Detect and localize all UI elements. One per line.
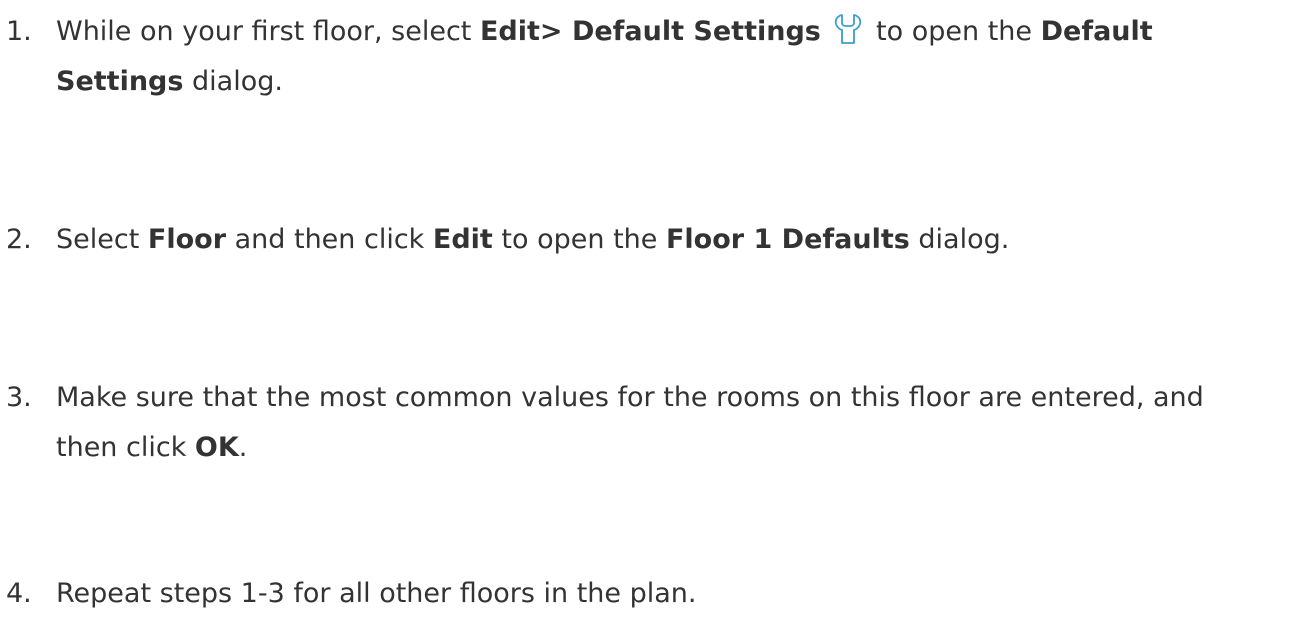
step-text: While on your first floor, select Edit> …: [56, 7, 1266, 107]
step-text-run: and then click: [226, 224, 433, 255]
dialog-name-floor-1-defaults: Floor 1 Defaults: [665, 224, 910, 255]
step-item-3: 3. Make sure that the most common values…: [6, 373, 1266, 473]
step-text-run: Select: [56, 224, 148, 255]
step-item-1: 1. While on your first floor, select Edi…: [6, 7, 1266, 107]
step-text-run: to open the: [867, 16, 1041, 47]
step-text-run: While on your first floor, select: [56, 16, 480, 47]
step-text-run: Repeat steps 1-3 for all other floors in…: [56, 578, 697, 609]
step-text-run: to open the: [492, 224, 666, 255]
step-text: Select Floor and then click Edit to open…: [56, 215, 1266, 265]
step-number: 3.: [6, 382, 32, 413]
step-text: Make sure that the most common values fo…: [56, 373, 1266, 473]
step-text-run: dialog.: [909, 224, 1010, 255]
step-item-2: 2. Select Floor and then click Edit to o…: [6, 215, 1266, 265]
menu-path-edit-default-settings: Edit> Default Settings: [479, 16, 821, 47]
button-name-ok: OK: [194, 432, 239, 463]
option-floor: Floor: [147, 224, 227, 255]
step-text-run: .: [238, 432, 248, 463]
step-text-run: dialog.: [183, 66, 283, 97]
wrench-icon: [831, 12, 865, 46]
step-number: 1.: [6, 16, 32, 47]
step-number: 2.: [6, 224, 32, 255]
button-name-edit: Edit: [432, 224, 493, 255]
